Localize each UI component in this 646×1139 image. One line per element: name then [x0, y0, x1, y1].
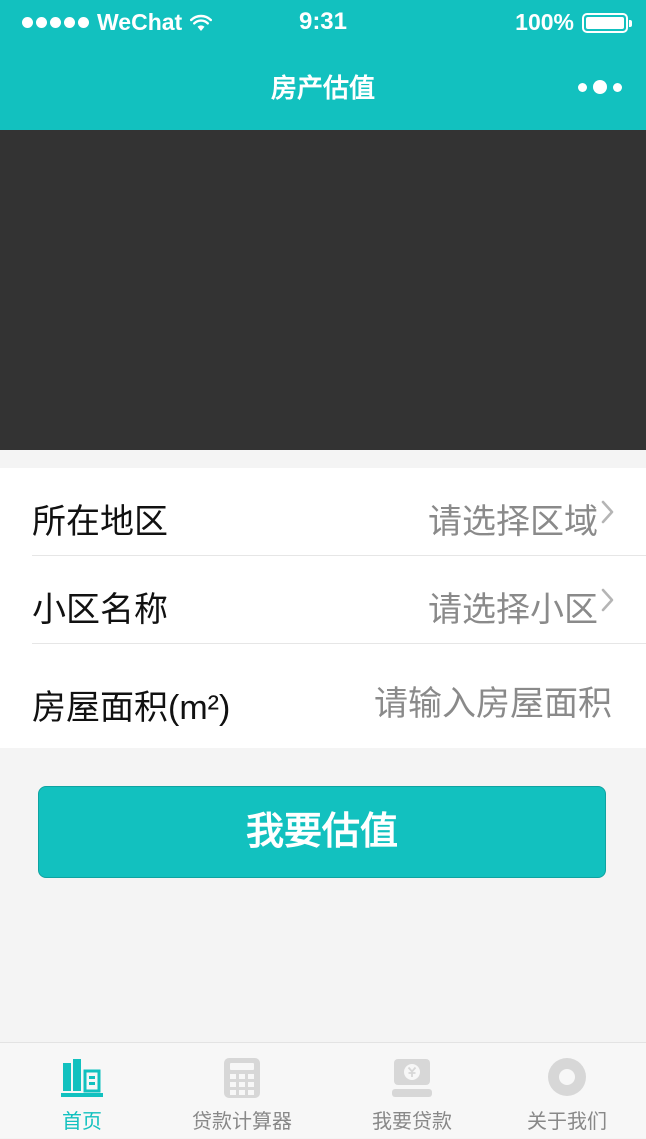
calculator-icon — [224, 1058, 260, 1098]
area-input[interactable]: 请输入房屋面积 — [374, 676, 612, 725]
chevron-right-icon — [601, 588, 614, 612]
tab-label: 关于我们 — [527, 1111, 607, 1133]
area-label: 房屋面积(m²) — [32, 689, 231, 727]
tab-loan[interactable]: 我要贷款 — [342, 1043, 482, 1139]
about-icon — [548, 1058, 586, 1096]
status-right: 100% — [515, 9, 632, 36]
region-row[interactable]: 所在地区 请选择区域 — [32, 468, 646, 556]
tab-calculator[interactable]: 贷款计算器 — [172, 1043, 312, 1139]
community-label: 小区名称 — [32, 591, 168, 629]
navigation-bar: 房产估值 — [0, 44, 646, 130]
tab-about[interactable]: 关于我们 — [502, 1043, 632, 1139]
banner-area — [0, 130, 646, 450]
valuate-button[interactable]: 我要估值 — [38, 786, 606, 878]
valuation-form: 所在地区 请选择区域 小区名称 请选择小区 房屋面积(m²) 请输入房屋面积 — [0, 468, 646, 748]
status-bar: WeChat 9:31 100% — [0, 0, 646, 44]
tab-home[interactable]: 首页 — [22, 1043, 142, 1139]
region-select[interactable]: 请选择区域 — [428, 494, 598, 543]
tab-bar: 首页 贷款计算器 我要贷款 关于我们 — [0, 1042, 646, 1138]
chevron-right-icon — [601, 500, 614, 524]
more-menu-icon[interactable] — [578, 80, 622, 94]
tab-label: 首页 — [62, 1111, 102, 1133]
tab-label: 我要贷款 — [372, 1111, 452, 1133]
battery-percent: 100% — [515, 9, 574, 35]
community-row[interactable]: 小区名称 请选择小区 — [32, 556, 646, 644]
tab-label: 贷款计算器 — [192, 1111, 292, 1133]
area-row: 房屋面积(m²) 请输入房屋面积 — [32, 644, 646, 748]
home-buildings-icon — [61, 1059, 103, 1097]
loan-icon — [392, 1059, 432, 1097]
community-select[interactable]: 请选择小区 — [428, 582, 598, 631]
region-label: 所在地区 — [32, 503, 168, 541]
battery-icon — [582, 12, 632, 33]
page-title: 房产估值 — [270, 73, 375, 103]
